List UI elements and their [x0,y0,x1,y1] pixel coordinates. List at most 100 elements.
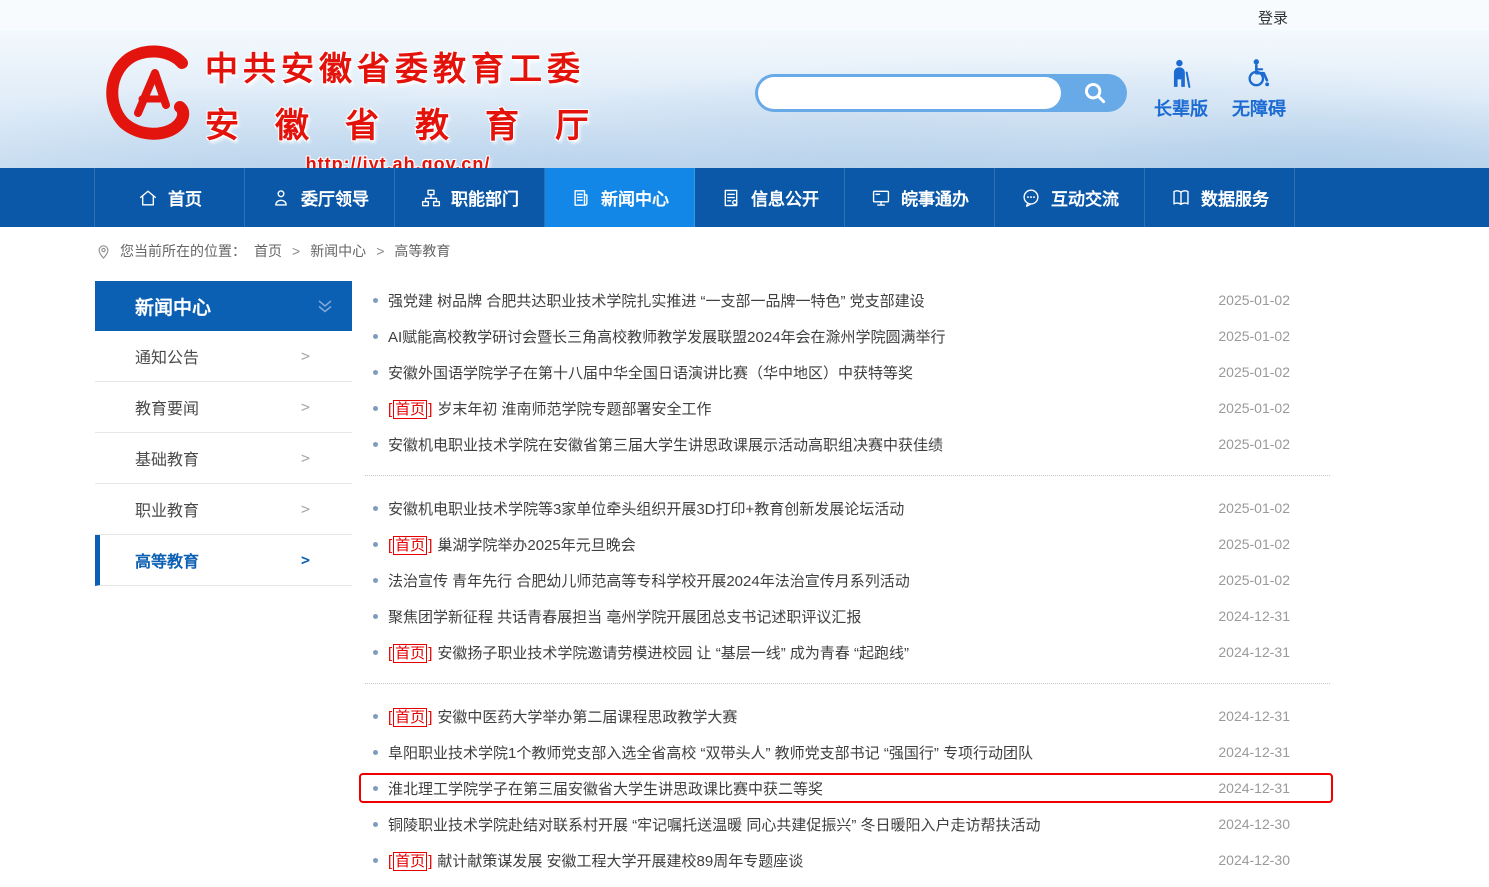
news-date: 2024-12-31 [1218,744,1290,760]
nav-item-home[interactable]: 首页 [95,168,245,227]
news-link[interactable]: 阜阳职业技术学院1个教师党支部入选全省高校 “双带头人” 教师党支部书记 “强国… [388,742,1218,763]
breadcrumb-news-center[interactable]: 新闻中心 [310,241,366,261]
news-link[interactable]: 淮北理工学院学子在第三届安徽省大学生讲思政课比赛中获二等奖 [388,778,1218,799]
news-date: 2025-01-02 [1218,500,1290,516]
sidebar-item-label: 教育要闻 [135,395,199,419]
bullet-icon [373,406,378,411]
bullet-icon [373,822,378,827]
search-button[interactable] [1063,74,1127,112]
news-title: 岁末年初 淮南师范学院专题部署安全工作 [437,401,711,418]
org-title-line1: 中共安徽省委教育工委 [205,42,591,90]
nav-label: 新闻中心 [601,185,669,210]
homepage-tag: 首页 [388,645,432,662]
sitemap-icon [420,187,442,209]
nav-item-leaders[interactable]: 委厅领导 [245,168,395,227]
nav-spacer [0,168,95,227]
location-pin-icon [95,243,112,260]
nav-item-interaction[interactable]: 互动交流 [995,168,1145,227]
nav-item-services[interactable]: 皖事通办 [845,168,995,227]
news-link[interactable]: 法治宣传 青年先行 合肥幼儿师范高等专科学校开展2024年法治宣传月系列活动 [388,570,1218,591]
news-link[interactable]: 安徽机电职业技术学院在安徽省第三届大学生讲思政课展示活动高职组决赛中获佳绩 [388,434,1218,455]
news-link[interactable]: AI赋能高校教学研讨会暨长三角高校教师教学发展联盟2024年会在滁州学院圆满举行 [388,326,1218,347]
breadcrumb-separator: > [292,243,300,259]
site-url: http://jyt.ah.gov.cn/ [205,154,591,168]
news-list: 强党建 树品牌 合肥共达职业技术学院扎实推进 “一支部一品牌一特色” 党支部建设… [365,282,1330,887]
sidebar-item-higher-education[interactable]: 高等教育 > [95,535,352,586]
news-link[interactable]: 安徽外国语学院学子在第十八届中华全国日语演讲比赛（华中地区）中获特等奖 [388,362,1218,383]
accessibility-link[interactable]: 无障碍 [1224,58,1294,121]
elder-version-label: 长辈版 [1146,95,1216,121]
sidebar-item-notices[interactable]: 通知公告 > [95,331,352,382]
nav-item-departments[interactable]: 职能部门 [395,168,545,227]
breadcrumb-separator: > [376,243,384,259]
news-link[interactable]: 铜陵职业技术学院赴结对联系村开展 “牢记嘱托送温暖 同心共建促振兴” 冬日暖阳入… [388,814,1218,835]
homepage-tag: 首页 [388,853,432,870]
news-item: 淮北理工学院学子在第三届安徽省大学生讲思政课比赛中获二等奖 2024-12-31 [365,770,1330,806]
elder-version-link[interactable]: 长辈版 [1146,58,1216,121]
news-date: 2025-01-02 [1218,536,1290,552]
sidebar-item-label: 高等教育 [135,548,199,572]
news-title: 安徽扬子职业技术学院邀请劳模进校园 让 “基层一线” 成为青春 “起跑线” [437,645,909,662]
news-link[interactable]: 安徽机电职业技术学院等3家单位牵头组织开展3D打印+教育创新发展论坛活动 [388,498,1218,519]
news-link[interactable]: 强党建 树品牌 合肥共达职业技术学院扎实推进 “一支部一品牌一特色” 党支部建设 [388,290,1218,311]
news-group: 安徽机电职业技术学院等3家单位牵头组织开展3D打印+教育创新发展论坛活动 202… [365,490,1330,684]
news-date: 2024-12-31 [1218,780,1290,796]
sidebar-item-education-news[interactable]: 教育要闻 > [95,382,352,433]
news-title: 淮北理工学院学子在第三届安徽省大学生讲思政课比赛中获二等奖 [388,781,823,798]
news-date: 2025-01-02 [1218,572,1290,588]
chat-icon [1020,187,1042,209]
bullet-icon [373,578,378,583]
nav-label: 职能部门 [451,185,519,210]
news-title: 强党建 树品牌 合肥共达职业技术学院扎实推进 “一支部一品牌一特色” 党支部建设 [388,293,925,310]
chevron-right-icon: > [301,347,310,365]
breadcrumb-home[interactable]: 首页 [254,241,282,261]
search-input[interactable] [758,77,1061,109]
news-date: 2024-12-30 [1218,852,1290,868]
sidebar-item-vocational-education[interactable]: 职业教育 > [95,484,352,535]
news-link[interactable]: 首页岁末年初 淮南师范学院专题部署安全工作 [388,398,1218,419]
nav-label: 首页 [168,185,202,210]
news-title: 铜陵职业技术学院赴结对联系村开展 “牢记嘱托送温暖 同心共建促振兴” 冬日暖阳入… [388,817,1041,834]
person-icon [270,187,292,209]
bullet-icon [373,786,378,791]
news-item: 阜阳职业技术学院1个教师党支部入选全省高校 “双带头人” 教师党支部书记 “强国… [365,734,1330,770]
news-item: 安徽外国语学院学子在第十八届中华全国日语演讲比赛（华中地区）中获特等奖 2025… [365,354,1330,390]
news-link[interactable]: 首页巢湖学院举办2025年元旦晚会 [388,534,1218,555]
news-item: 安徽机电职业技术学院在安徽省第三届大学生讲思政课展示活动高职组决赛中获佳绩 20… [365,426,1330,462]
brand-block: 中共安徽省委教育工委 安徽省教育厅 http://jyt.ah.gov.cn/ [205,42,591,168]
sidebar-title: 新闻中心 [95,281,352,331]
wheelchair-icon [1244,58,1274,88]
news-title: 法治宣传 青年先行 合肥幼儿师范高等专科学校开展2024年法治宣传月系列活动 [388,573,910,590]
sidebar-item-label: 职业教育 [135,497,199,521]
bullet-icon [373,442,378,447]
news-date: 2025-01-02 [1218,328,1290,344]
chevron-right-icon: > [301,398,310,416]
org-title-line2: 安徽省教育厅 [205,98,627,147]
nav-item-data-services[interactable]: 数据服务 [1145,168,1295,227]
news-title: 安徽机电职业技术学院等3家单位牵头组织开展3D打印+教育创新发展论坛活动 [388,501,904,518]
bullet-icon [373,858,378,863]
news-link[interactable]: 首页安徽扬子职业技术学院邀请劳模进校园 让 “基层一线” 成为青春 “起跑线” [388,642,1218,663]
login-link[interactable]: 登录 [1258,7,1288,28]
nav-item-news-center[interactable]: 新闻中心 [545,168,695,227]
news-item: 安徽机电职业技术学院等3家单位牵头组织开展3D打印+教育创新发展论坛活动 202… [365,490,1330,526]
sidebar-item-basic-education[interactable]: 基础教育 > [95,433,352,484]
monitor-icon [870,187,892,209]
news-date: 2024-12-30 [1218,816,1290,832]
news-link[interactable]: 聚焦团学新征程 共话青春展担当 亳州学院开展团总支书记述职评议汇报 [388,606,1218,627]
news-item: 强党建 树品牌 合肥共达职业技术学院扎实推进 “一支部一品牌一特色” 党支部建设… [365,282,1330,318]
news-link[interactable]: 首页献计献策谋发展 安徽工程大学开展建校89周年专题座谈 [388,850,1218,871]
sidebar-title-label: 新闻中心 [135,293,211,320]
breadcrumb-higher-education[interactable]: 高等教育 [394,241,450,261]
sidebar-item-label: 通知公告 [135,344,199,368]
home-icon [137,187,159,209]
nav-item-info-disclosure[interactable]: 信息公开 [695,168,845,227]
nav-label: 数据服务 [1201,185,1269,210]
bullet-icon [373,750,378,755]
news-link[interactable]: 首页安徽中医药大学举办第二届课程思政教学大赛 [388,706,1218,727]
sidebar: 新闻中心 通知公告 > 教育要闻 > 基础教育 > 职业教育 > 高等教育 > [95,281,352,586]
news-date: 2024-12-31 [1218,608,1290,624]
nav-label: 皖事通办 [901,185,969,210]
news-item: 首页安徽扬子职业技术学院邀请劳模进校园 让 “基层一线” 成为青春 “起跑线” … [365,634,1330,670]
book-icon [1170,187,1192,209]
